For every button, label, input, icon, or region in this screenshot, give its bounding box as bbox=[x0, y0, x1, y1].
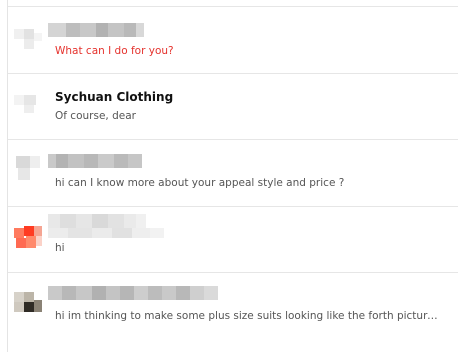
conversation-list: What can I do for you? Sychuan Clothing … bbox=[8, 0, 458, 352]
redacted-contact-name bbox=[48, 23, 144, 37]
redacted-contact-name bbox=[48, 154, 142, 168]
avatar bbox=[12, 87, 46, 121]
redacted-contact-subtitle bbox=[48, 228, 164, 238]
redacted-contact-name bbox=[48, 286, 218, 300]
avatar-icon bbox=[14, 292, 42, 312]
message-preview: hi can I know more about your appeal sty… bbox=[55, 177, 345, 189]
conversation-item[interactable]: Sychuan Clothing Of course, dear bbox=[8, 73, 458, 140]
avatar bbox=[12, 152, 46, 186]
message-preview: Of course, dear bbox=[55, 110, 136, 122]
avatar-icon bbox=[16, 156, 40, 180]
conversation-panel: What can I do for you? Sychuan Clothing … bbox=[0, 0, 458, 352]
conversation-item[interactable]: hi im thinking to make some plus size su… bbox=[8, 272, 458, 352]
conversation-item[interactable]: hi can I know more about your appeal sty… bbox=[8, 140, 458, 207]
message-preview: hi bbox=[55, 242, 65, 254]
message-preview: What can I do for you? bbox=[55, 45, 174, 57]
avatar-icon bbox=[14, 29, 42, 49]
avatar-icon bbox=[14, 95, 36, 113]
avatar bbox=[12, 220, 46, 254]
contact-name: Sychuan Clothing bbox=[55, 90, 174, 104]
avatar bbox=[12, 21, 46, 55]
avatar-icon bbox=[14, 226, 42, 248]
message-preview: hi im thinking to make some plus size su… bbox=[55, 310, 444, 322]
redacted-contact-name bbox=[48, 214, 146, 228]
conversation-item[interactable]: What can I do for you? bbox=[8, 6, 458, 74]
avatar bbox=[12, 286, 46, 320]
conversation-item[interactable]: hi bbox=[8, 206, 458, 273]
